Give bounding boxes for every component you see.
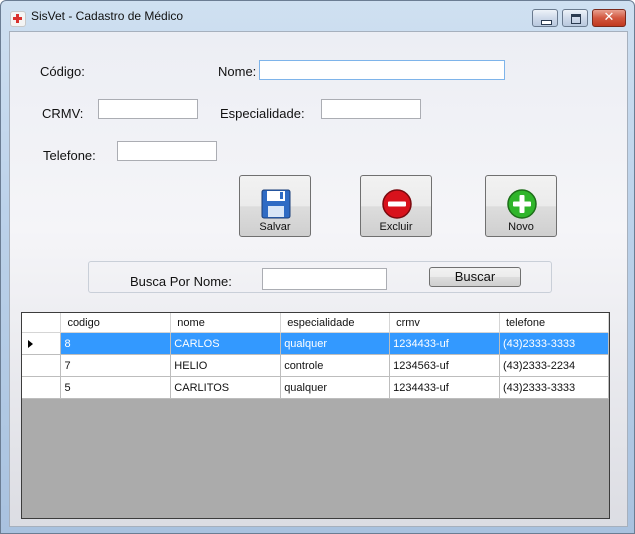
crmv-input[interactable] [98, 99, 198, 119]
especialidade-label: Especialidade: [220, 106, 305, 121]
salvar-button[interactable]: Salvar [239, 175, 311, 237]
current-row-arrow-icon [28, 339, 33, 348]
cell-nome[interactable]: CARLOS [170, 332, 282, 355]
cell-especialidade[interactable]: qualquer [280, 376, 391, 399]
cell-crmv[interactable]: 1234563-uf [389, 354, 500, 377]
cell-crmv[interactable]: 1234433-uf [389, 376, 500, 399]
crmv-label: CRMV: [42, 106, 84, 121]
close-button[interactable]: ✕ [592, 9, 626, 27]
column-header-crmv[interactable]: crmv [389, 313, 500, 333]
novo-button[interactable]: Novo [485, 175, 557, 237]
column-header-nome[interactable]: nome [170, 313, 282, 333]
title-bar[interactable]: SisVet - Cadastro de Médico ✕ [1, 1, 634, 31]
excluir-label: Excluir [379, 221, 413, 233]
floppy-disk-icon [261, 189, 291, 219]
row-header[interactable] [22, 354, 62, 377]
excluir-button[interactable]: Excluir [360, 175, 432, 237]
medicos-table: codigo nome especialidade crmv telefone … [22, 313, 609, 399]
codigo-label: Código: [40, 64, 85, 79]
cell-telefone[interactable]: (43)2333-3333 [499, 376, 609, 399]
row-header[interactable] [22, 376, 62, 399]
cell-nome[interactable]: HELIO [170, 354, 282, 377]
row-header[interactable] [22, 332, 62, 355]
minus-circle-icon [382, 189, 412, 219]
medicos-grid[interactable]: codigo nome especialidade crmv telefone … [21, 312, 610, 519]
column-header-codigo[interactable]: codigo [60, 313, 172, 333]
window-title: SisVet - Cadastro de Médico [31, 9, 184, 23]
column-header-telefone[interactable]: telefone [499, 313, 609, 333]
minimize-icon [541, 20, 552, 25]
close-icon: ✕ [603, 10, 615, 25]
cell-codigo[interactable]: 5 [60, 376, 172, 399]
cell-telefone[interactable]: (43)2333-2234 [499, 354, 609, 377]
nome-label: Nome: [218, 64, 257, 79]
minimize-button[interactable] [532, 9, 558, 27]
search-label: Busca Por Nome: [130, 274, 232, 289]
search-input[interactable] [262, 268, 387, 290]
cell-codigo[interactable]: 8 [60, 332, 172, 355]
table-row[interactable]: 5 CARLITOS qualquer 1234433-uf (43)2333-… [22, 376, 609, 399]
cell-telefone[interactable]: (43)2333-3333 [499, 332, 609, 355]
app-window: SisVet - Cadastro de Médico ✕ Código: No… [0, 0, 635, 534]
corner-header [22, 313, 62, 333]
maximize-button[interactable] [562, 9, 588, 27]
app-cross-icon [10, 11, 26, 27]
telefone-input[interactable] [117, 141, 217, 161]
nome-input[interactable] [259, 60, 505, 80]
column-header-especialidade[interactable]: especialidade [280, 313, 391, 333]
maximize-icon [571, 14, 581, 24]
salvar-label: Salvar [259, 221, 291, 233]
telefone-label: Telefone: [43, 148, 96, 163]
header-row: codigo nome especialidade crmv telefone [22, 313, 609, 333]
table-row[interactable]: 7 HELIO controle 1234563-uf (43)2333-223… [22, 354, 609, 377]
buscar-button[interactable]: Buscar [429, 267, 521, 287]
cell-nome[interactable]: CARLITOS [170, 376, 282, 399]
table-row[interactable]: 8 CARLOS qualquer 1234433-uf (43)2333-33… [22, 332, 609, 355]
cell-especialidade[interactable]: controle [280, 354, 391, 377]
cell-especialidade[interactable]: qualquer [280, 332, 391, 355]
especialidade-input[interactable] [321, 99, 421, 119]
plus-circle-icon [507, 189, 537, 219]
cell-codigo[interactable]: 7 [60, 354, 172, 377]
novo-label: Novo [508, 221, 534, 233]
cell-crmv[interactable]: 1234433-uf [389, 332, 500, 355]
